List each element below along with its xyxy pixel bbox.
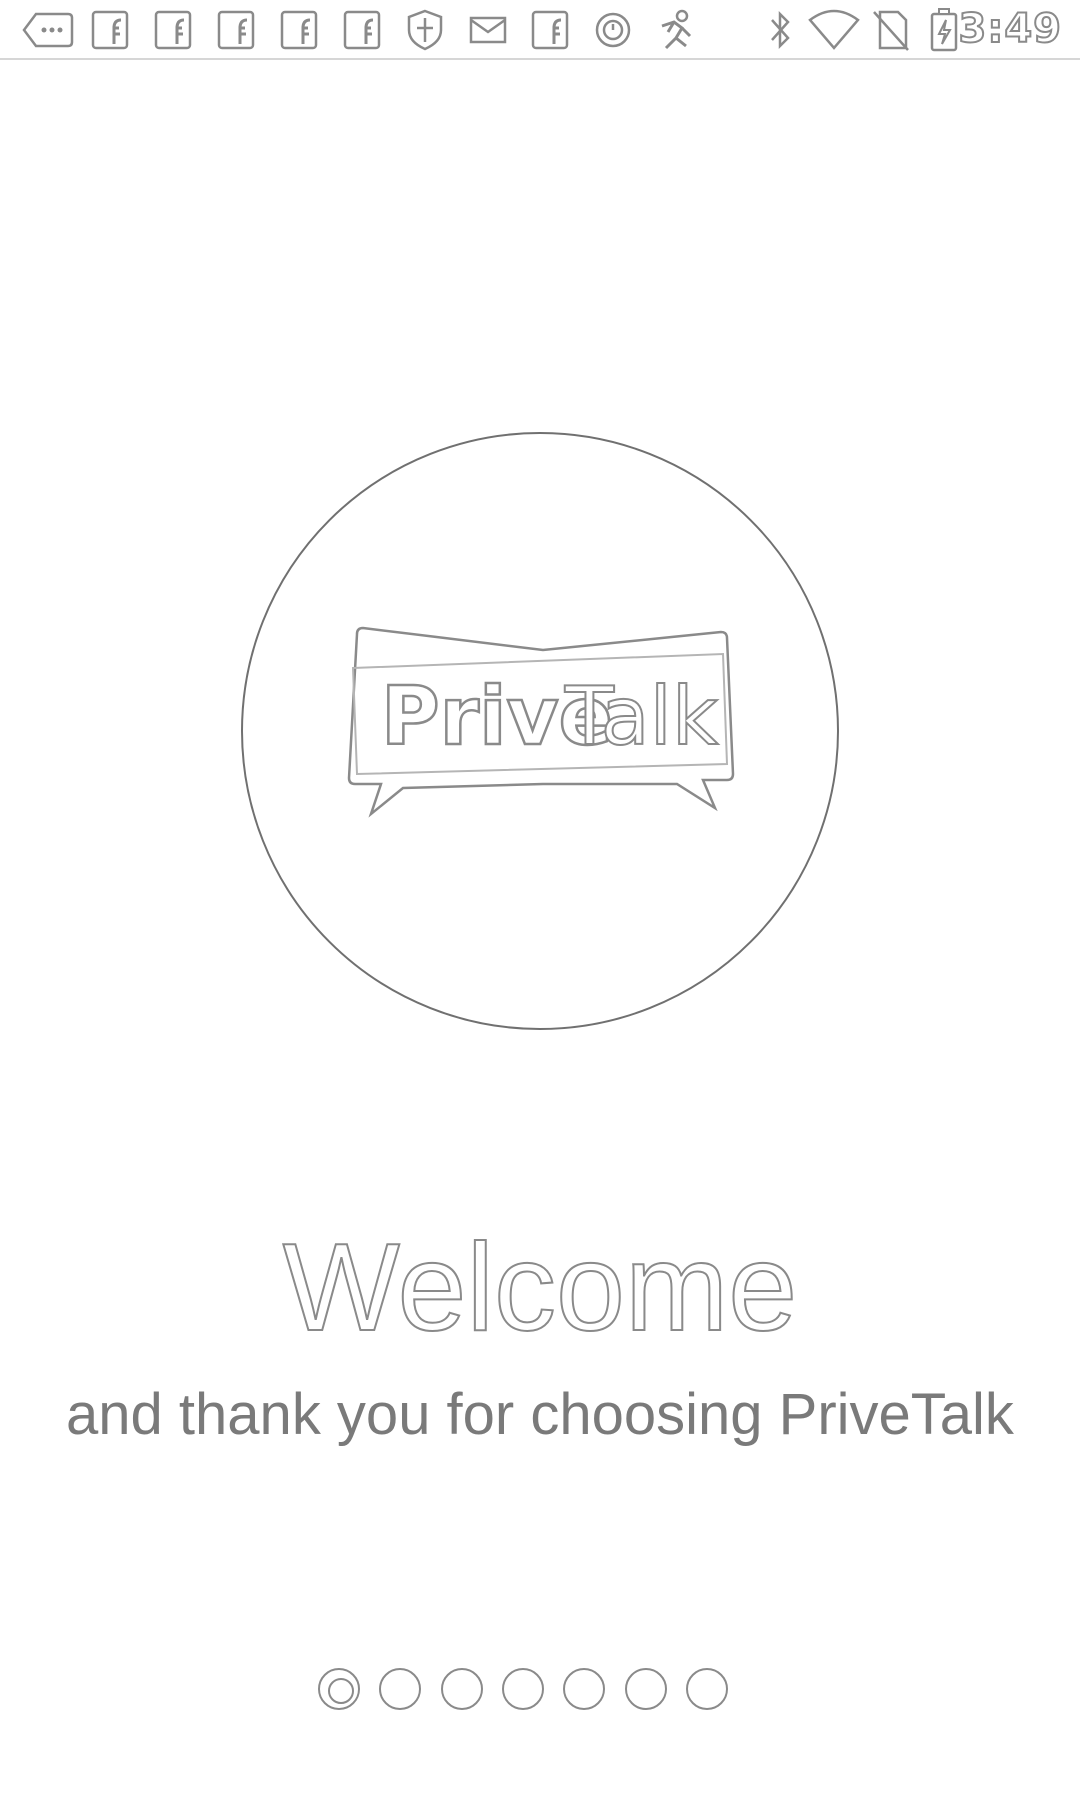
- facebook-icon: [216, 8, 256, 52]
- facebook-icon: [530, 8, 570, 52]
- running-man-icon: [652, 8, 700, 52]
- wifi-icon: [808, 8, 860, 52]
- shield-icon: [405, 8, 445, 52]
- battery-charging-icon: [928, 8, 960, 52]
- facebook-icon: [90, 8, 130, 52]
- page-dot-3[interactable]: [440, 1668, 483, 1710]
- page-dot-5[interactable]: [563, 1668, 606, 1710]
- status-bar: 3:49: [0, 0, 1080, 60]
- page-dot-7[interactable]: [685, 1668, 728, 1710]
- mail-icon: [467, 8, 509, 52]
- facebook-icon: [153, 8, 193, 52]
- page-dot-2[interactable]: [379, 1668, 422, 1710]
- status-time: 3:49: [958, 5, 1062, 53]
- logo-circle: Prive Talk: [241, 432, 839, 1030]
- logo-text-talk: Talk: [564, 670, 719, 763]
- no-sim-icon: [872, 8, 910, 52]
- bluetooth-icon: [764, 8, 796, 52]
- page-dot-6[interactable]: [624, 1668, 667, 1710]
- more-notifications-icon: [22, 8, 74, 52]
- page-dot-1[interactable]: [318, 1668, 360, 1710]
- facebook-icon: [279, 8, 319, 52]
- privetalk-logo: Prive Talk: [347, 626, 735, 818]
- welcome-title: Welcome: [282, 1218, 799, 1358]
- page-indicator: [318, 1666, 728, 1712]
- page-dot-4[interactable]: [501, 1668, 544, 1710]
- clock-icon: [593, 8, 633, 52]
- facebook-icon: [342, 8, 382, 52]
- welcome-subtitle: and thank you for choosing PriveTalk: [66, 1382, 1014, 1447]
